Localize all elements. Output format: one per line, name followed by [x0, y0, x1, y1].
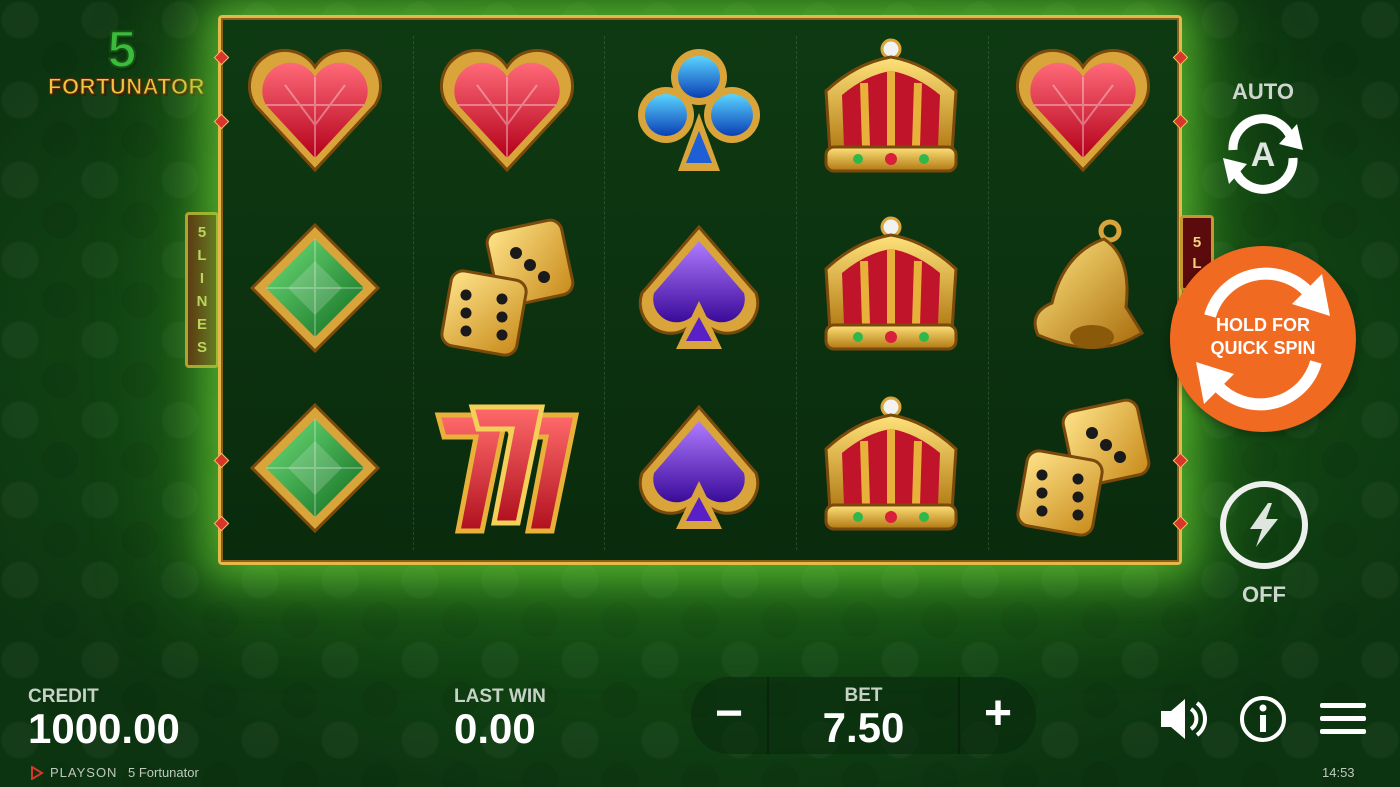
diamond-gem-icon	[240, 213, 390, 363]
sound-button[interactable]	[1157, 695, 1209, 743]
spin-label-line1: HOLD FOR	[1216, 315, 1310, 335]
spade-gem-icon	[624, 213, 774, 363]
speaker-icon	[1161, 699, 1207, 739]
provider-name: PLAYSON	[50, 765, 118, 780]
paylines-char: S	[196, 339, 207, 356]
heart-gem-icon	[432, 35, 582, 185]
paylines-char: E	[196, 316, 207, 333]
autoplay-button[interactable]: A	[1213, 110, 1313, 198]
logo-number: 5	[107, 21, 138, 79]
spin-button[interactable]: HOLD FOR QUICK SPIN	[1170, 246, 1356, 432]
crown-icon	[816, 213, 966, 363]
menu-button[interactable]	[1318, 695, 1370, 743]
paylines-char: I	[199, 270, 205, 287]
club-gem-icon	[624, 35, 774, 185]
bell-icon	[1008, 213, 1158, 363]
turbo-toggle[interactable]	[1220, 481, 1308, 569]
credit-value: 1000.00	[28, 705, 180, 752]
diamond-gem-icon	[240, 393, 390, 543]
paylines-char: N	[196, 293, 208, 310]
playson-logo-icon	[31, 766, 44, 780]
paylines-char: L	[197, 247, 207, 264]
hamburger-icon	[1320, 703, 1366, 734]
crown-icon	[816, 393, 966, 543]
spade-gem-icon	[624, 393, 774, 543]
bet-decrease-button[interactable]: −	[691, 677, 769, 754]
bet-increase-button[interactable]: +	[958, 677, 1036, 754]
bet-panel: − BET 7.50 +	[691, 677, 1036, 754]
info-button[interactable]	[1237, 695, 1289, 743]
paylines-tab-left: 5 L I N E S	[185, 212, 219, 368]
lucky-seven-icon	[432, 393, 582, 543]
auto-label: AUTO	[1232, 79, 1294, 104]
spin-label: HOLD FOR QUICK SPIN	[1170, 314, 1356, 360]
heart-gem-icon	[1008, 35, 1158, 185]
clock: 14:53	[1322, 765, 1355, 780]
crown-icon	[816, 35, 966, 185]
info-icon	[1240, 696, 1286, 742]
heart-gem-icon	[240, 35, 390, 185]
auto-letter: A	[1251, 136, 1276, 174]
bet-value: 7.50	[822, 704, 905, 751]
paylines-char: 5	[197, 224, 207, 241]
logo-word: FORTUNATOR	[48, 74, 205, 100]
game-logo: 5 FORTUNATOR	[48, 21, 205, 106]
turbo-status-label: OFF	[1242, 582, 1286, 607]
lightning-icon	[1250, 503, 1278, 547]
spin-label-line2: QUICK SPIN	[1210, 338, 1316, 358]
last-win-value: 0.00	[454, 705, 536, 752]
dice-icon	[1008, 393, 1158, 543]
game-name: 5 Fortunator	[128, 765, 199, 780]
autoplay-icon: A	[1223, 114, 1303, 194]
dice-icon	[432, 213, 582, 363]
